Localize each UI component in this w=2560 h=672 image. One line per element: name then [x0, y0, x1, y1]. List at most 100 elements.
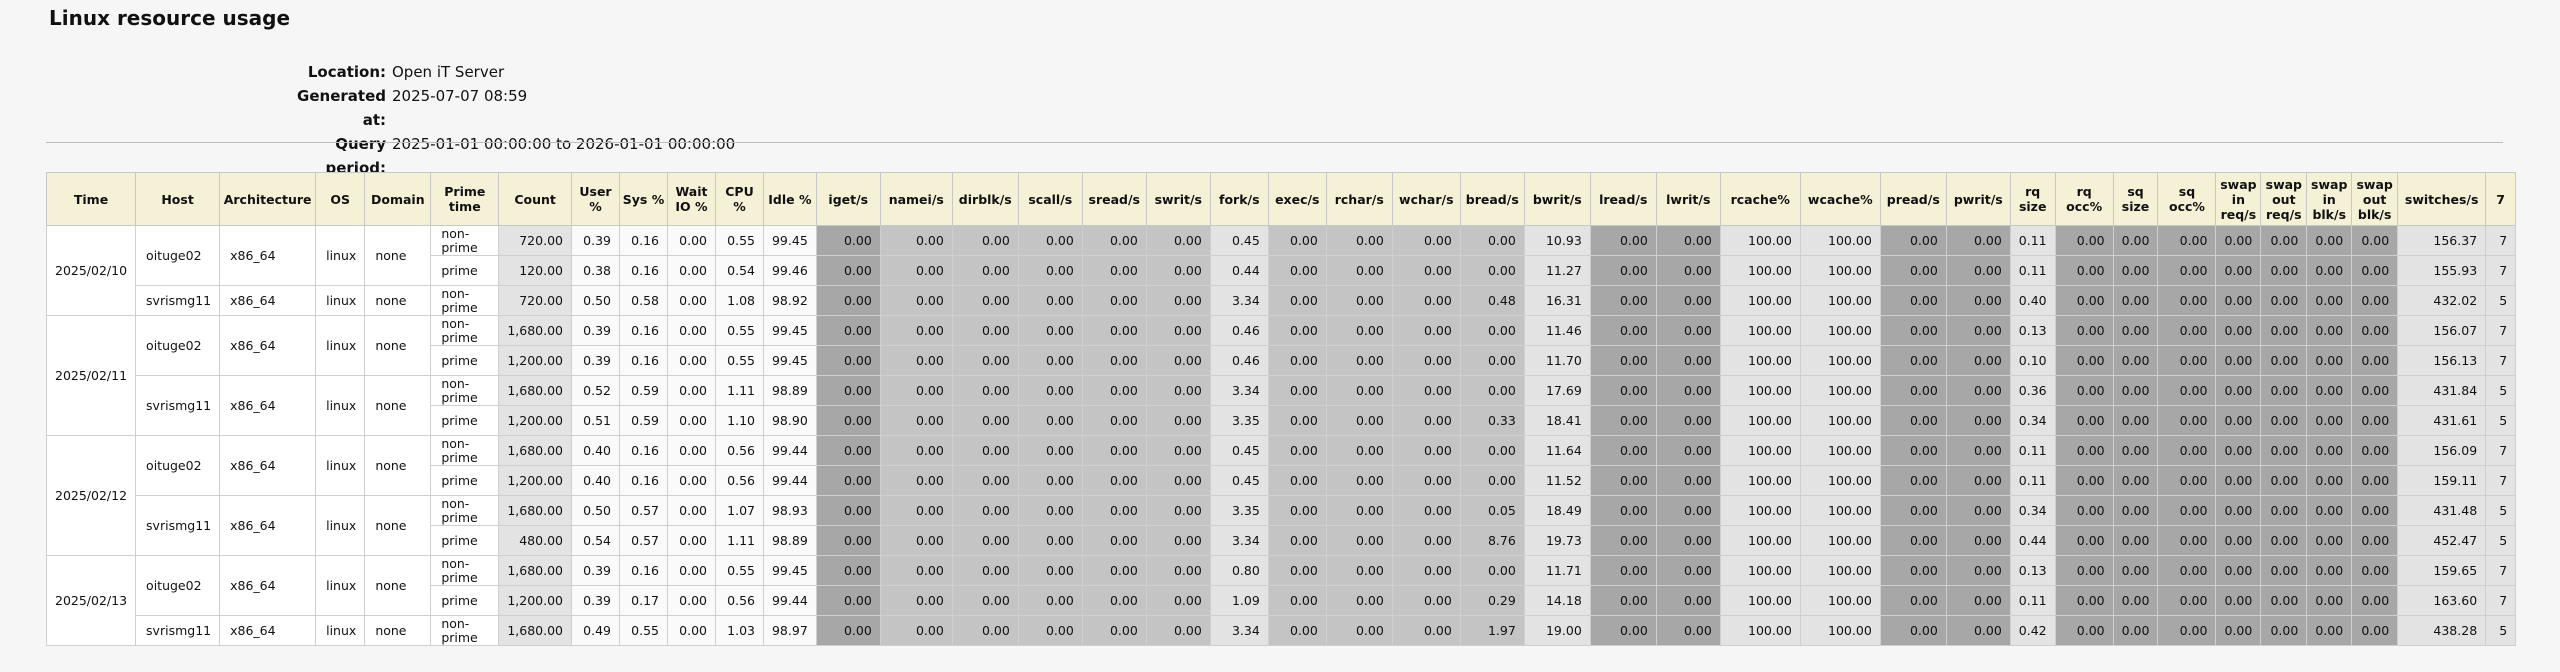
cell-count: 720.00	[498, 225, 572, 256]
cell-pread-per-s: 0.00	[1879, 225, 1947, 256]
cell-sq-occpct: 0.00	[2157, 435, 2217, 466]
column-header-sread-per-s[interactable]: sread/s	[1081, 172, 1147, 226]
cell-fork-per-s: 0.45	[1209, 225, 1269, 256]
cell-swap-in-req-per-s: 0.00	[2215, 555, 2262, 586]
cell-dirblk-per-s: 0.00	[951, 225, 1019, 256]
column-header-rchar-per-s[interactable]: rchar/s	[1325, 172, 1393, 226]
column-header-sq-size[interactable]: sq size	[2112, 172, 2159, 226]
column-header-exec-per-s[interactable]: exec/s	[1267, 172, 1327, 226]
column-header-swap-in-req-per-s[interactable]: swap in req/s	[2215, 172, 2262, 226]
cell-rq-occpct: 0.00	[2054, 345, 2114, 376]
column-header-domain[interactable]: Domain	[364, 172, 432, 226]
column-header-rq-size[interactable]: rq size	[2009, 172, 2056, 226]
table-row[interactable]: svrismg11 x86_64 linux none non-prime 1,680.0…	[47, 495, 2517, 556]
table-row[interactable]: svrismg11 x86_64 linux none non-prime 1,680.0…	[47, 615, 2517, 646]
architecture-cell: x86_64	[219, 495, 317, 556]
cell-bread-per-s: 0.00	[1459, 555, 1525, 586]
cell-namei-per-s: 0.00	[879, 435, 953, 466]
cell-dirblk-per-s: 0.00	[951, 435, 1019, 466]
column-header-pwrit-per-s[interactable]: pwrit/s	[1945, 172, 2011, 226]
column-header-sys-pct[interactable]: Sys %	[618, 172, 668, 226]
column-header-swrit-per-s[interactable]: swrit/s	[1145, 172, 1211, 226]
table-row[interactable]: 2025/02/13 oituge02 x86_64 linux none non-pri…	[45, 555, 2517, 646]
column-header-rq-occpct[interactable]: rq occ%	[2054, 172, 2114, 226]
cell-sys-pct: 0.16	[618, 555, 668, 586]
os-cell: linux	[315, 615, 366, 646]
cell-fork-per-s: 0.45	[1209, 465, 1269, 496]
column-header-fork-per-s[interactable]: fork/s	[1209, 172, 1269, 226]
cell-swap-out-blk-per-s: 0.00	[2351, 585, 2399, 616]
column-header-rcachepct[interactable]: rcache%	[1719, 172, 1801, 226]
cell-rq-occpct: 0.00	[2054, 555, 2114, 586]
cell-sread-per-s: 0.00	[1081, 435, 1147, 466]
column-header-namei-per-s[interactable]: namei/s	[879, 172, 953, 226]
cell-swap-in-req-per-s: 0.00	[2215, 435, 2262, 466]
column-header-lread-per-s[interactable]: lread/s	[1589, 172, 1657, 226]
column-header-sq-occpct[interactable]: sq occ%	[2157, 172, 2217, 226]
column-header-time[interactable]: Time	[45, 172, 137, 226]
os-cell: linux	[315, 555, 366, 616]
cell-exec-per-s: 0.00	[1267, 465, 1327, 496]
column-header-idle-pct[interactable]: Idle %	[762, 172, 817, 226]
column-header-swap-out-req-per-s[interactable]: swap out req/s	[2260, 172, 2308, 226]
cell-bwrit-per-s: 11.27	[1523, 255, 1591, 286]
column-header-scall-per-s[interactable]: scall/s	[1017, 172, 1083, 226]
cell-wchar-per-s: 0.00	[1391, 255, 1461, 286]
cell-swap-out-req-per-s: 0.00	[2260, 345, 2308, 376]
cell-swap-in-blk-per-s: 0.00	[2306, 435, 2353, 466]
cell-bwrit-per-s: 11.52	[1523, 465, 1591, 496]
cell-rq-occpct: 0.00	[2054, 375, 2114, 406]
cell-sys-pct: 0.17	[618, 585, 668, 616]
cell-swap-out-blk-per-s: 0.00	[2351, 285, 2399, 316]
cell-rq-size: 0.13	[2009, 315, 2056, 346]
column-header-wchar-per-s[interactable]: wchar/s	[1391, 172, 1461, 226]
column-header-wcachepct[interactable]: wcache%	[1799, 172, 1881, 226]
cell-idle-pct: 99.45	[762, 225, 817, 256]
cell-pread-per-s: 0.00	[1879, 285, 1947, 316]
column-header-architecture[interactable]: Architecture	[219, 172, 317, 226]
column-header-os[interactable]: OS	[315, 172, 366, 226]
cell-rq-occpct: 0.00	[2054, 405, 2114, 436]
column-header-bread-per-s[interactable]: bread/s	[1459, 172, 1525, 226]
column-header-wait-io-pct[interactable]: Wait IO %	[666, 172, 716, 226]
column-header-host[interactable]: Host	[135, 172, 221, 226]
column-header-prime-time[interactable]: Prime time	[430, 172, 500, 226]
column-header-pread-per-s[interactable]: pread/s	[1879, 172, 1947, 226]
cell-rcachepct: 100.00	[1719, 315, 1801, 346]
cell-switches-per-s: 156.13	[2397, 345, 2487, 376]
cell-count: 1,680.00	[498, 375, 572, 406]
cell-rq-size: 0.10	[2009, 345, 2056, 376]
column-header-switches-per-s[interactable]: switches/s	[2397, 172, 2487, 226]
cell-bread-per-s: 0.00	[1459, 345, 1525, 376]
column-header-swap-out-blk-per-s[interactable]: swap out blk/s	[2351, 172, 2399, 226]
column-header-lwrit-per-s[interactable]: lwrit/s	[1655, 172, 1721, 226]
cell-bwrit-per-s: 19.73	[1523, 525, 1591, 556]
cell-idle-pct: 98.89	[762, 525, 817, 556]
column-header-user-pct[interactable]: User %	[570, 172, 620, 226]
resource-table-wrapper[interactable]: Time Host Architecture OS Domain Prime time Co…	[45, 172, 2517, 646]
cell-cpu-pct: 1.08	[714, 285, 764, 316]
cell-idle-pct: 99.45	[762, 345, 817, 376]
column-header-count[interactable]: Count	[498, 172, 572, 226]
table-row[interactable]: 2025/02/12 oituge02 x86_64 linux none non-pri…	[45, 435, 2517, 556]
table-row[interactable]: svrismg11 x86_64 linux none non-prime 1,680.0…	[47, 375, 2517, 436]
column-header-swap-in-blk-per-s[interactable]: swap in blk/s	[2306, 172, 2353, 226]
column-header-cpu-pct[interactable]: CPU %	[714, 172, 764, 226]
cell-fork-per-s: 3.35	[1209, 405, 1269, 436]
cell-lwrit-per-s: 0.00	[1655, 315, 1721, 346]
cell-swrit-per-s: 0.00	[1145, 315, 1211, 346]
cell-iget-per-s: 0.00	[815, 585, 881, 616]
cell-namei-per-s: 0.00	[879, 315, 953, 346]
cell-cpu-pct: 0.56	[714, 465, 764, 496]
cell-switches-per-s: 431.61	[2397, 405, 2487, 436]
column-header-iget-per-s[interactable]: iget/s	[815, 172, 881, 226]
table-row[interactable]: 2025/02/11 oituge02 x86_64 linux none non-pri…	[45, 315, 2517, 436]
cell-bread-per-s: 0.05	[1459, 495, 1525, 526]
table-row[interactable]: svrismg11 x86_64 linux none non-prime 720.00 0…	[47, 285, 2517, 316]
os-cell: linux	[315, 225, 366, 286]
column-header-bwrit-per-s[interactable]: bwrit/s	[1523, 172, 1591, 226]
cell-sys-pct: 0.16	[618, 315, 668, 346]
column-header-dirblk-per-s[interactable]: dirblk/s	[951, 172, 1019, 226]
column-header-7[interactable]: 7	[2485, 172, 2517, 226]
table-row[interactable]: 2025/02/10 oituge02 x86_64 linux none non-pri…	[45, 225, 2517, 316]
